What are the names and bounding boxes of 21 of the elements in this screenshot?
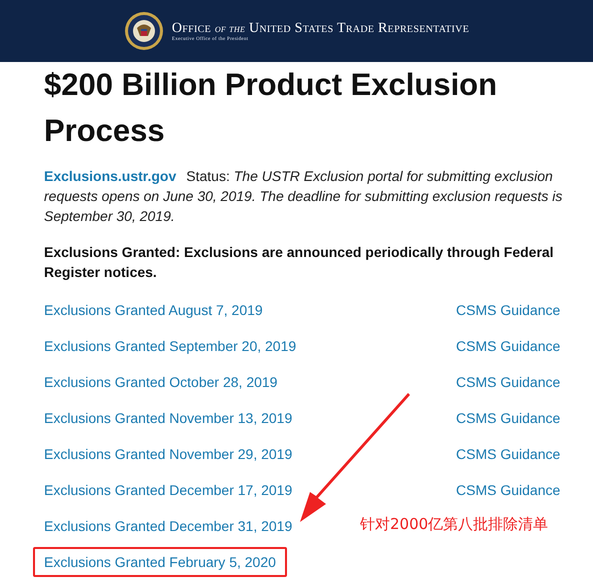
guidance-link[interactable]: CSMS Guidance xyxy=(456,482,560,498)
exclusions-link[interactable]: Exclusions Granted December 31, 2019 xyxy=(44,518,292,534)
status-paragraph: Exclusions.ustr.gov Status: The USTR Exclusion portal for submitting exclusion requests opens on June 30, 2019. The deadline for submitting exclusion requests is September 30, 2019. xyxy=(44,167,564,226)
guidance-link[interactable]: CSMS Guidance xyxy=(456,446,560,462)
site-title: Office of the United States Trade Representative xyxy=(172,20,470,36)
exclusions-link[interactable]: Exclusions Granted November 13, 2019 xyxy=(44,410,292,426)
annotation-text: 针对2000亿第八批排除清单 xyxy=(360,515,548,534)
portal-link[interactable]: Exclusions.ustr.gov xyxy=(44,168,176,184)
notice-text: Exclusions Granted: Exclusions are announced periodically through Federal Register notices. xyxy=(44,243,555,282)
seal-icon xyxy=(124,11,164,51)
guidance-link[interactable]: CSMS Guidance xyxy=(456,338,560,354)
guidance-link[interactable]: CSMS Guidance xyxy=(456,302,560,318)
exclusions-link[interactable]: Exclusions Granted November 29, 2019 xyxy=(44,446,292,462)
exclusions-link[interactable]: Exclusions Granted September 20, 2019 xyxy=(44,338,296,354)
guidance-link[interactable]: CSMS Guidance xyxy=(456,374,560,390)
page-heading: $200 Billion Product Exclusion Process xyxy=(44,66,498,150)
exclusions-link[interactable]: Exclusions Granted August 7, 2019 xyxy=(44,302,263,318)
exclusions-link[interactable]: Exclusions Granted October 28, 2019 xyxy=(44,374,278,390)
exclusions-link[interactable]: Exclusions Granted December 17, 2019 xyxy=(44,482,292,498)
guidance-link[interactable]: CSMS Guidance xyxy=(456,410,560,426)
exclusions-link[interactable]: Exclusions Granted February 5, 2020 xyxy=(44,554,276,570)
